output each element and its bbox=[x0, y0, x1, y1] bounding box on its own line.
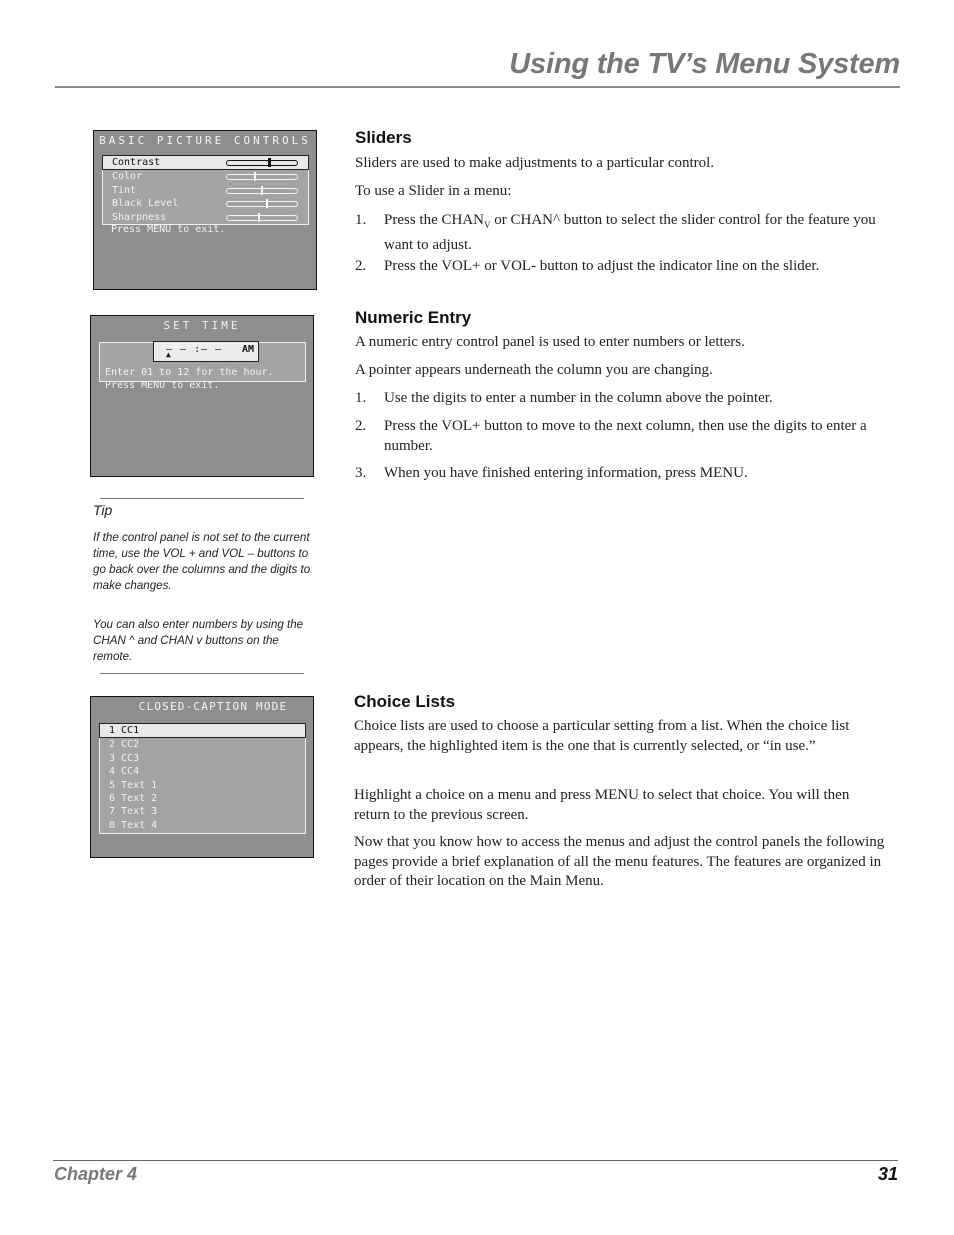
screen-title: CLOSED-CAPTION MODE bbox=[138, 700, 288, 713]
step-text: When you have finished entering informat… bbox=[384, 465, 748, 481]
menu-item-color[interactable]: Color bbox=[103, 170, 308, 183]
menu-item-label: Color bbox=[112, 171, 143, 183]
slider-indicator[interactable] bbox=[261, 185, 263, 195]
exit-instruction: Press MENU to exit. bbox=[111, 224, 226, 235]
time-digits: — — :— — bbox=[166, 344, 223, 355]
black-level-slider[interactable] bbox=[226, 199, 298, 209]
slider-indicator[interactable] bbox=[258, 212, 261, 222]
step-text: Press the VOL+ or VOL- button to adjust … bbox=[384, 258, 820, 274]
screen-title: SET TIME bbox=[163, 319, 241, 332]
step-text: Use the digits to enter a number in the … bbox=[384, 390, 773, 406]
choice-item[interactable]: 6 Text 2 bbox=[100, 792, 305, 805]
footer-divider bbox=[53, 1160, 898, 1161]
screen-title: BASIC PICTURE CONTROLS bbox=[99, 134, 311, 147]
step-number: 2. bbox=[355, 258, 367, 274]
menu-item-black-level[interactable]: Black Level bbox=[103, 197, 308, 210]
hour-instruction: Enter 01 to 12 for the hour. bbox=[105, 367, 274, 378]
choice-item[interactable]: 7 Text 3 bbox=[100, 805, 305, 818]
sharpness-slider[interactable] bbox=[226, 212, 298, 222]
sliders-step: 2. Press the VOL+ or VOL- button to adju… bbox=[355, 257, 895, 277]
step-text-a: Press the CHAN bbox=[384, 212, 484, 228]
sliders-step: 1. Press the CHANV or CHAN^ button to se… bbox=[355, 211, 895, 253]
choice-item[interactable]: 8 Text 4 bbox=[100, 819, 305, 832]
contrast-slider[interactable] bbox=[226, 158, 298, 167]
page-title: Using the TV’s Menu System bbox=[509, 48, 900, 80]
numeric-step: 2. Press the VOL+ button to move to the … bbox=[355, 417, 895, 457]
choice-item[interactable]: 3 CC3 bbox=[100, 752, 305, 765]
step-text: Press the VOL+ button to move to the nex… bbox=[384, 418, 867, 454]
tip-heading: Tip bbox=[93, 502, 113, 518]
pointer-icon: ▲ bbox=[166, 350, 171, 359]
section-heading-choice-lists: Choice Lists bbox=[354, 692, 456, 711]
slider-indicator[interactable] bbox=[268, 158, 271, 167]
step-number: 1. bbox=[355, 212, 367, 228]
choice-paragraph: Now that you know how to access the menu… bbox=[354, 834, 885, 889]
step-number: 2. bbox=[355, 418, 367, 434]
choice-item[interactable]: 2 CC2 bbox=[100, 738, 305, 751]
page-number: 31 bbox=[877, 1164, 898, 1184]
step-text: Press the CHANV or CHAN^ button to selec… bbox=[384, 211, 889, 255]
menu-item-label: Tint bbox=[112, 184, 137, 196]
title-divider bbox=[55, 86, 900, 88]
choice-item[interactable]: 5 Text 1 bbox=[100, 779, 305, 792]
choice-paragraph: Highlight a choice on a menu and press M… bbox=[354, 787, 850, 823]
numeric-paragraph: A numeric entry control panel is used to… bbox=[355, 334, 745, 350]
time-entry-field[interactable]: — — :— — AM ▲ bbox=[153, 341, 259, 362]
menu-item-label: Black Level bbox=[112, 198, 179, 210]
slider-indicator[interactable] bbox=[254, 172, 256, 182]
chapter-label: Chapter 4 bbox=[54, 1164, 138, 1184]
menu-item-contrast[interactable]: Contrast bbox=[102, 155, 309, 171]
tip-bottom-divider bbox=[100, 673, 304, 674]
slider-menu: Contrast Color Tint Black Level Sharpnes… bbox=[102, 155, 309, 225]
menu-item-sharpness[interactable]: Sharpness bbox=[103, 211, 308, 224]
menu-item-label: Sharpness bbox=[112, 211, 167, 223]
tip-top-divider bbox=[100, 498, 304, 499]
choice-paragraph: Choice lists are used to choose a partic… bbox=[354, 718, 850, 754]
closed-caption-mode-screen: CLOSED-CAPTION MODE 1 CC1 2 CC2 3 CC3 4 … bbox=[90, 696, 314, 858]
choice-item[interactable]: 1 CC1 bbox=[99, 723, 306, 739]
ampm-indicator: AM bbox=[241, 344, 254, 355]
slider-indicator[interactable] bbox=[265, 199, 268, 209]
step-number: 3. bbox=[355, 465, 367, 481]
step-number: 1. bbox=[355, 390, 367, 406]
set-time-screen: SET TIME — — :— — AM ▲ Enter 01 to 12 fo… bbox=[90, 315, 314, 477]
section-heading-numeric-entry: Numeric Entry bbox=[355, 308, 472, 327]
color-slider[interactable] bbox=[226, 172, 298, 182]
sliders-paragraph: To use a Slider in a menu: bbox=[355, 183, 512, 199]
section-heading-sliders: Sliders bbox=[355, 128, 412, 147]
basic-picture-controls-screen: BASIC PICTURE CONTROLS Contrast Color Ti… bbox=[93, 130, 317, 290]
exit-instruction: Press MENU to exit. bbox=[105, 380, 220, 391]
tint-slider[interactable] bbox=[226, 185, 298, 195]
menu-item-tint[interactable]: Tint bbox=[103, 184, 308, 197]
tip-paragraph: You can also enter numbers by using the … bbox=[93, 618, 304, 663]
choice-list: 1 CC1 2 CC2 3 CC3 4 CC4 5 Text 1 6 Text … bbox=[99, 723, 306, 834]
numeric-step: 3. When you have finished entering infor… bbox=[355, 464, 895, 484]
sliders-paragraph: Sliders are used to make adjustments to … bbox=[355, 155, 715, 171]
menu-item-label: Contrast bbox=[112, 157, 161, 168]
numeric-paragraph: A pointer appears underneath the column … bbox=[355, 362, 713, 378]
choice-item[interactable]: 4 CC4 bbox=[100, 765, 305, 778]
tip-paragraph: If the control panel is not set to the c… bbox=[93, 531, 311, 592]
numeric-step: 1. Use the digits to enter a number in t… bbox=[355, 389, 895, 409]
